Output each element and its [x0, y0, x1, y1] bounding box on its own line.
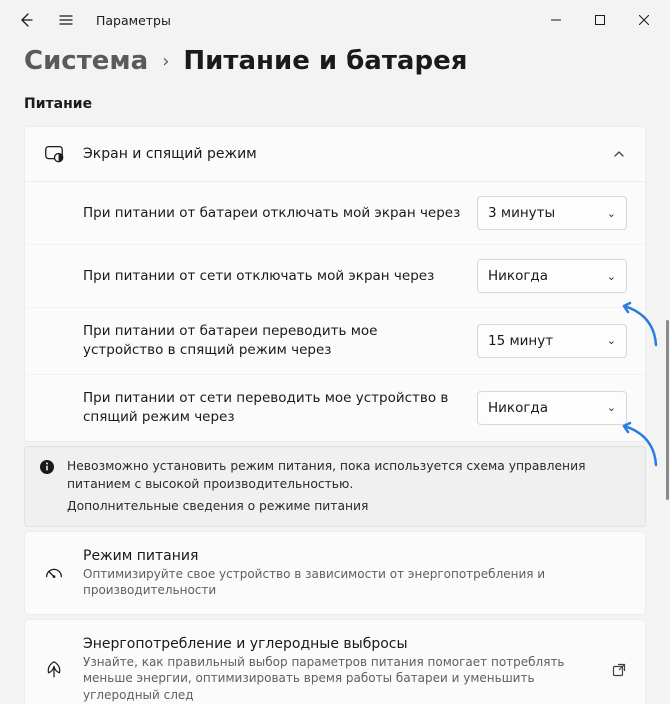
- dropdown-value: 3 минуты: [488, 205, 555, 221]
- maximize-icon: [595, 15, 605, 25]
- title-bar: Параметры: [0, 0, 670, 40]
- screen-off-battery-dropdown[interactable]: 3 минуты ⌄: [477, 196, 627, 230]
- chevron-down-icon: ⌄: [607, 270, 616, 283]
- close-button[interactable]: [622, 4, 666, 36]
- display-icon: [43, 143, 65, 165]
- menu-button[interactable]: [48, 2, 84, 38]
- arrow-left-icon: [18, 12, 34, 28]
- sleep-battery-row: При питании от батареи переводить мое ус…: [25, 307, 645, 374]
- breadcrumb: Система › Питание и батарея: [24, 46, 646, 76]
- info-icon: [39, 459, 55, 475]
- window-controls: [534, 4, 666, 36]
- sleep-plugged-label: При питании от сети переводить мое устро…: [83, 389, 461, 427]
- gauge-icon: [43, 562, 65, 584]
- minimize-icon: [551, 15, 561, 25]
- screen-off-battery-row: При питании от батареи отключать мой экр…: [25, 182, 645, 244]
- chevron-down-icon: ⌄: [607, 334, 616, 347]
- energy-card[interactable]: Энергопотребление и углеродные выбросы У…: [24, 619, 646, 704]
- dropdown-value: Никогда: [488, 400, 548, 416]
- power-mode-subtitle: Оптимизируйте свое устройство в зависимо…: [83, 566, 627, 598]
- screen-sleep-header[interactable]: Экран и спящий режим: [25, 127, 645, 181]
- info-text: Невозможно установить режим питания, пок…: [67, 457, 631, 494]
- chevron-down-icon: ⌄: [607, 401, 616, 414]
- breadcrumb-parent[interactable]: Система: [24, 46, 148, 76]
- power-mode-card[interactable]: Режим питания Оптимизируйте свое устройс…: [24, 531, 646, 615]
- power-mode-info: Невозможно установить режим питания, пок…: [24, 446, 646, 527]
- info-link[interactable]: Дополнительные сведения о режиме питания: [67, 497, 631, 515]
- screen-sleep-card: Экран и спящий режим При питании от бата…: [24, 126, 646, 442]
- chevron-up-icon: [611, 146, 627, 162]
- maximize-button[interactable]: [578, 4, 622, 36]
- dropdown-value: Никогда: [488, 268, 548, 284]
- hamburger-icon: [58, 12, 74, 28]
- energy-subtitle: Узнайте, как правильный выбор параметров…: [83, 654, 593, 703]
- sleep-battery-label: При питании от батареи переводить мое ус…: [83, 322, 461, 360]
- open-external-icon: [611, 662, 627, 678]
- chevron-down-icon: ⌄: [607, 207, 616, 220]
- dropdown-value: 15 минут: [488, 333, 553, 349]
- sleep-plugged-dropdown[interactable]: Никогда ⌄: [477, 391, 627, 425]
- sleep-plugged-row: При питании от сети переводить мое устро…: [25, 374, 645, 441]
- app-title: Параметры: [96, 13, 171, 28]
- screen-off-plugged-row: При питании от сети отключать мой экран …: [25, 244, 645, 307]
- page-title: Питание и батарея: [183, 46, 467, 76]
- screen-sleep-title: Экран и спящий режим: [83, 146, 593, 162]
- back-button[interactable]: [8, 2, 44, 38]
- scrollbar[interactable]: [666, 320, 669, 500]
- minimize-button[interactable]: [534, 4, 578, 36]
- screen-off-plugged-dropdown[interactable]: Никогда ⌄: [477, 259, 627, 293]
- close-icon: [639, 15, 649, 25]
- power-mode-title: Режим питания: [83, 548, 627, 564]
- sleep-battery-dropdown[interactable]: 15 минут ⌄: [477, 324, 627, 358]
- screen-off-battery-label: При питании от батареи отключать мой экр…: [83, 204, 461, 223]
- chevron-right-icon: ›: [162, 51, 169, 72]
- section-power-label: Питание: [24, 96, 646, 112]
- screen-off-plugged-label: При питании от сети отключать мой экран …: [83, 267, 461, 286]
- leaf-icon: [43, 659, 65, 681]
- energy-title: Энергопотребление и углеродные выбросы: [83, 636, 593, 652]
